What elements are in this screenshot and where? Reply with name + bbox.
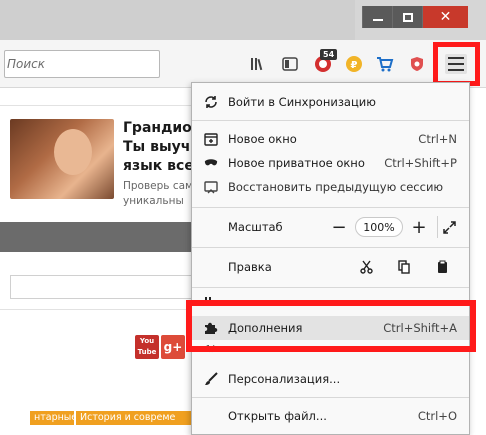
zoom-in-button[interactable]: +: [407, 216, 431, 238]
article-summary: Проверь сам уникальны: [123, 179, 193, 209]
scissors-icon: [359, 260, 373, 274]
menu-item-new-window[interactable]: Новое окно Ctrl+N: [192, 127, 469, 151]
zoom-out-button[interactable]: −: [327, 216, 351, 238]
menu-item-label: Войти в Синхронизацию: [228, 95, 376, 109]
close-icon: ✕: [439, 9, 452, 25]
page-input-field[interactable]: [10, 275, 200, 299]
hamburger-menu-button[interactable]: [445, 54, 467, 74]
menu-item-label: Новое окно: [228, 132, 297, 146]
new-window-icon: [204, 132, 218, 146]
copy-button[interactable]: [385, 256, 423, 278]
menu-item-label: Масштаб: [228, 220, 283, 234]
sync-icon: [204, 95, 218, 109]
minimize-icon: [372, 19, 383, 21]
fullscreen-icon: [443, 220, 456, 234]
addons-highlight-box: [186, 300, 476, 352]
menu-separator: [192, 397, 469, 398]
menu-item-edit: Правка: [192, 254, 469, 280]
restore-session-icon: [204, 180, 218, 194]
open-file-icon: [204, 409, 218, 423]
menu-item-label: Открыть файл...: [228, 409, 327, 423]
hamburger-line: [448, 57, 464, 59]
maximize-icon: [402, 12, 413, 22]
youtube-label: You: [139, 337, 155, 345]
fullscreen-button[interactable]: [437, 216, 461, 238]
window-controls: ✕: [362, 6, 468, 28]
menu-item-label: Восстановить предыдущую сессию: [228, 180, 444, 194]
menu-item-label: Правка: [228, 260, 272, 274]
menu-separator: [192, 120, 469, 121]
private-mask-icon: [204, 156, 218, 170]
library-icon[interactable]: [248, 55, 268, 73]
hamburger-line: [448, 63, 464, 65]
menu-item-sync[interactable]: Войти в Синхронизацию: [192, 90, 469, 114]
youtube-label: Tube: [137, 348, 157, 356]
article-thumbnail[interactable]: [10, 119, 114, 199]
search-input[interactable]: Поиск: [4, 50, 160, 78]
gplus-label: g+: [163, 340, 183, 354]
hamburger-line: [448, 69, 464, 71]
svg-text:₽: ₽: [351, 60, 358, 71]
screenshot-root: ✕ Поиск ₽ 54 Грандиоз Ты выучи язык все …: [0, 0, 486, 435]
headline-line: Ты выучи: [123, 139, 193, 155]
gray-banner: [0, 222, 200, 252]
copy-icon: [398, 260, 410, 274]
notification-badge: 54: [320, 49, 338, 60]
menu-item-open-file[interactable]: Открыть файл... Ctrl+O: [192, 404, 469, 428]
menu-item-private-window[interactable]: Новое приватное окно Ctrl+Shift+P: [192, 151, 469, 175]
navigation-toolbar: Поиск ₽: [0, 40, 486, 88]
minimize-button[interactable]: [362, 6, 392, 28]
title-bar: ✕: [0, 0, 486, 40]
paintbrush-icon: [204, 372, 218, 386]
shield-extension-icon[interactable]: [407, 55, 427, 73]
edit-controls: [347, 256, 461, 278]
menu-item-label: Новое приватное окно: [228, 156, 365, 170]
tab-strip: [0, 0, 355, 40]
headline-line: Грандиоз: [123, 120, 193, 136]
category-tab[interactable]: История и совреме: [76, 411, 192, 425]
menu-item-zoom: Масштаб − 100% +: [192, 214, 469, 240]
youtube-icon[interactable]: You Tube: [135, 335, 159, 359]
menu-item-restore-session[interactable]: Восстановить предыдущую сессию: [192, 175, 469, 199]
menu-item-shortcut: Ctrl+Shift+P: [384, 156, 457, 170]
summary-line: Проверь сам: [123, 180, 193, 192]
category-tab[interactable]: нтарные: [30, 411, 74, 425]
sidebar-icon[interactable]: [280, 55, 300, 73]
google-plus-icon[interactable]: g+: [161, 335, 185, 359]
menu-item-shortcut: Ctrl+N: [418, 132, 457, 146]
paste-icon: [437, 260, 447, 273]
zoom-reset-button[interactable]: 100%: [355, 217, 403, 237]
zoom-controls: − 100% +: [327, 216, 461, 238]
divider: [0, 105, 200, 106]
search-placeholder: Поиск: [7, 57, 46, 71]
extension-coin-icon[interactable]: ₽: [344, 55, 364, 73]
paste-button[interactable]: [423, 256, 461, 278]
menu-item-label: Персонализация...: [228, 372, 341, 386]
headline-line: язык все: [123, 158, 193, 174]
maximize-button[interactable]: [392, 6, 422, 28]
menu-separator: [192, 247, 469, 248]
cut-button[interactable]: [347, 256, 385, 278]
article-headline[interactable]: Грандиоз Ты выучи язык все: [123, 119, 193, 176]
menu-item-customize[interactable]: Персонализация...: [192, 367, 469, 391]
app-menu-panel: Войти в Синхронизацию Новое окно Ctrl+N …: [191, 82, 470, 435]
divider: [0, 309, 200, 310]
shopping-cart-icon[interactable]: [375, 55, 395, 73]
menu-separator: [192, 207, 469, 208]
close-button[interactable]: ✕: [422, 6, 468, 28]
menu-separator: [192, 287, 469, 288]
summary-line: уникальны: [123, 195, 184, 207]
menu-item-shortcut: Ctrl+O: [417, 409, 457, 423]
